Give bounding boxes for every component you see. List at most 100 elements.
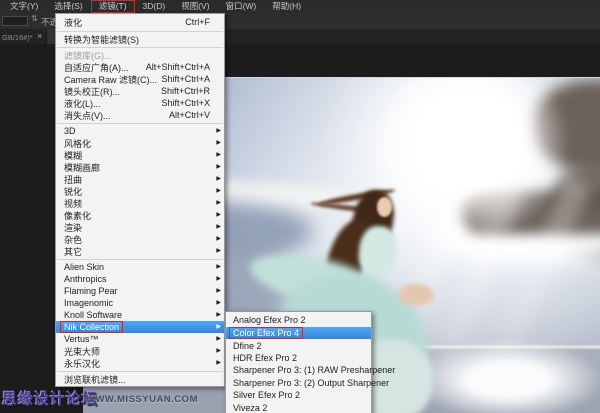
- menu-item[interactable]: 3D▶: [56, 125, 224, 137]
- menu-item[interactable]: Silver Efex Pro 2: [226, 389, 371, 401]
- menu-item[interactable]: 液化Ctrl+F: [56, 15, 224, 29]
- menu-item[interactable]: Viveza 2: [226, 401, 371, 413]
- menu-item-label: Silver Efex Pro 2: [233, 390, 300, 400]
- menu-separator: [56, 29, 224, 33]
- menu-item[interactable]: 光束大师▶: [56, 345, 224, 357]
- submenu-arrow-icon: ▶: [213, 209, 221, 221]
- submenu-arrow-icon: ▶: [213, 297, 221, 309]
- menu-item-label: 浏览联机滤镜...: [64, 373, 126, 386]
- menu-item[interactable]: 模糊▶: [56, 149, 224, 161]
- submenu-arrow-icon: ▶: [213, 137, 221, 149]
- menu-item-label: Anthropics: [64, 274, 107, 284]
- menubar-item[interactable]: 滤镜(T): [91, 0, 135, 13]
- menu-item-shortcut: Alt+Ctrl+V: [169, 110, 213, 120]
- menu-item-label: Sharpener Pro 3: (2) Output Sharpener: [233, 378, 389, 388]
- submenu-arrow-icon: ▶: [213, 173, 221, 185]
- menu-item[interactable]: 滤镜库(G)...: [56, 49, 224, 61]
- menu-item-label: Color Efex Pro 4: [230, 328, 302, 338]
- woman-arms: [398, 284, 434, 306]
- menu-item[interactable]: 液化(L)...Shift+Ctrl+X: [56, 97, 224, 109]
- submenu-arrow-icon: ▶: [213, 245, 221, 257]
- menu-item[interactable]: Anthropics ▶: [56, 273, 224, 285]
- submenu-arrow-icon: ▶: [213, 309, 221, 321]
- menu-item[interactable]: HDR Efex Pro 2: [226, 352, 371, 364]
- menu-item[interactable]: 杂色▶: [56, 233, 224, 245]
- submenu-arrow-icon: ▶: [213, 221, 221, 233]
- menu-item[interactable]: 浏览联机滤镜...: [56, 373, 224, 385]
- watermark-site-url: WWW.MISSYUAN.COM: [86, 394, 198, 405]
- menu-item[interactable]: Alien Skin ▶: [56, 261, 224, 273]
- menu-item-label: HDR Efex Pro 2: [233, 353, 297, 363]
- menu-item[interactable]: 渲染▶: [56, 221, 224, 233]
- menu-separator: [56, 45, 224, 49]
- menu-item[interactable]: Sharpener Pro 3: (2) Output Sharpener: [226, 377, 371, 389]
- submenu-arrow-icon: ▶: [213, 149, 221, 161]
- menu-item[interactable]: 风格化▶: [56, 137, 224, 149]
- menubar-item[interactable]: 3D(D): [135, 0, 174, 13]
- menu-item-shortcut: Shift+Ctrl+X: [161, 98, 213, 108]
- menu-item[interactable]: Color Efex Pro 4: [226, 327, 371, 339]
- menu-item[interactable]: Camera Raw 滤镜(C)...Shift+Ctrl+A: [56, 73, 224, 85]
- menu-item[interactable]: Flaming Pear ▶: [56, 285, 224, 297]
- options-value-input[interactable]: [2, 16, 28, 26]
- menu-item-label: Vertus™: [64, 334, 99, 344]
- menu-item[interactable]: Imagenomic ▶: [56, 297, 224, 309]
- menu-item[interactable]: 消失点(V)... Alt+Ctrl+V: [56, 109, 224, 121]
- menubar-item[interactable]: 帮助(H): [264, 0, 309, 13]
- submenu-arrow-icon: ▶: [213, 197, 221, 209]
- menu-item-label: Viveza 2: [233, 403, 267, 413]
- menu-item[interactable]: 镜头校正(R)...Shift+Ctrl+R: [56, 85, 224, 97]
- menu-item[interactable]: 转换为智能滤镜(S): [56, 33, 224, 45]
- watermark-site-name: 思缘设计论坛: [2, 388, 98, 409]
- menu-separator: [56, 257, 224, 261]
- photoshop-window: 文字(Y)选择(S)滤镜(T)3D(D)视图(V)窗口(W)帮助(H) ⇅ 不透…: [0, 0, 600, 413]
- menu-item-label: Flaming Pear: [64, 286, 118, 296]
- menubar-item[interactable]: 文字(Y): [2, 0, 46, 13]
- submenu-arrow-icon: ▶: [213, 273, 221, 285]
- menu-bar: 文字(Y)选择(S)滤镜(T)3D(D)视图(V)窗口(W)帮助(H): [0, 0, 600, 13]
- menu-item-label: 消失点(V)...: [64, 109, 111, 122]
- menu-item[interactable]: 永乐汉化 ▶: [56, 357, 224, 369]
- submenu-arrow-icon: ▶: [213, 161, 221, 173]
- menu-item[interactable]: 其它 ▶: [56, 245, 224, 257]
- nik-submenu: Analog Efex Pro 2 Color Efex Pro 4 Dfine 2…: [225, 311, 372, 413]
- menu-item-label: 其它: [64, 245, 82, 258]
- menu-item[interactable]: 模糊画廊▶: [56, 161, 224, 173]
- menubar-item[interactable]: 窗口(W): [218, 0, 265, 13]
- menu-item-label: 液化: [64, 16, 82, 29]
- menu-item-label: Alien Skin: [64, 262, 104, 272]
- menu-item[interactable]: Analog Efex Pro 2: [226, 313, 371, 327]
- menu-item-label: Imagenomic: [64, 298, 113, 308]
- menu-item[interactable]: 自适应广角(A)...Alt+Shift+Ctrl+A: [56, 61, 224, 73]
- menu-item[interactable]: Vertus™▶: [56, 333, 224, 345]
- menu-item[interactable]: Knoll Software ▶: [56, 309, 224, 321]
- menu-item[interactable]: Sharpener Pro 3: (1) RAW Presharpener: [226, 364, 371, 376]
- menu-item-label: Knoll Software: [64, 310, 122, 320]
- woman-face: [377, 197, 392, 217]
- menu-item[interactable]: 像素化▶: [56, 209, 224, 221]
- menu-item-label: Analog Efex Pro 2: [233, 315, 306, 325]
- menu-item[interactable]: Dfine 2: [226, 339, 371, 351]
- submenu-arrow-icon: ▶: [213, 357, 221, 369]
- menu-item[interactable]: 扭曲▶: [56, 173, 224, 185]
- submenu-arrow-icon: ▶: [213, 261, 221, 273]
- sun-glow: [373, 77, 573, 238]
- menu-separator: [56, 121, 224, 125]
- document-tab[interactable]: GB/16#)*: [2, 33, 33, 42]
- menu-item-label: Dfine 2: [233, 341, 262, 351]
- submenu-arrow-icon: ▶: [213, 321, 221, 333]
- menubar-item[interactable]: 视图(V): [173, 0, 217, 13]
- close-tab-icon[interactable]: ×: [37, 31, 42, 41]
- menu-item-label: 转换为智能滤镜(S): [64, 33, 139, 46]
- menu-item[interactable]: 视频▶: [56, 197, 224, 209]
- stepper-icon[interactable]: ⇅: [31, 14, 38, 23]
- menu-item-label: Nik Collection: [61, 322, 122, 332]
- filter-menu: 液化Ctrl+F 转换为智能滤镜(S) 滤镜库(G)...自适应广角(A)...Al…: [55, 13, 225, 387]
- menu-item[interactable]: Nik Collection ▶: [56, 321, 224, 333]
- menu-item-label: 永乐汉化: [64, 357, 100, 370]
- submenu-arrow-icon: ▶: [213, 345, 221, 357]
- menu-separator: [56, 369, 224, 373]
- submenu-arrow-icon: ▶: [213, 285, 221, 297]
- menubar-item[interactable]: 选择(S): [46, 0, 90, 13]
- menu-item[interactable]: 锐化▶: [56, 185, 224, 197]
